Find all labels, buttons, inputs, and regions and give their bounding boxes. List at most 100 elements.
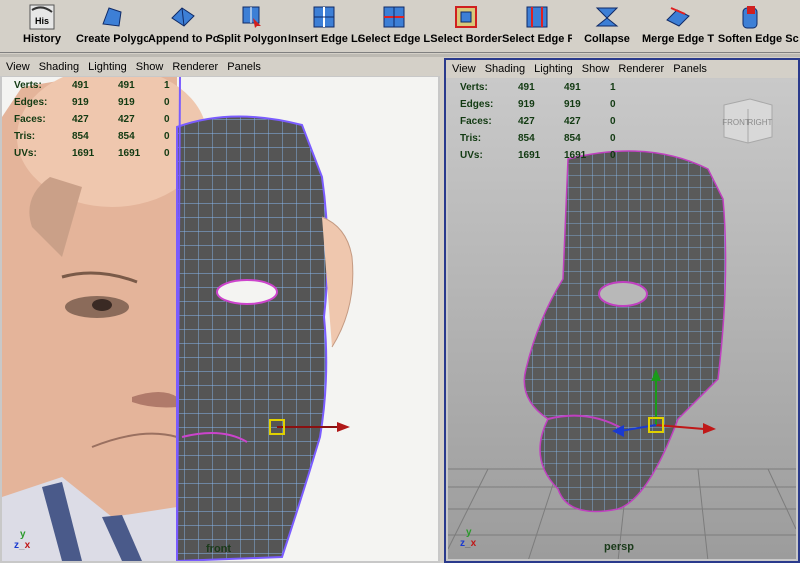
hud-val: 427 (118, 114, 135, 125)
menu-show[interactable]: Show (136, 58, 164, 76)
append-polygon-icon (171, 7, 195, 27)
menu-renderer[interactable]: Renderer (618, 60, 664, 78)
hud-val: 919 (564, 99, 581, 110)
select-edge-ring-button[interactable]: Select Edge R (502, 4, 572, 50)
split-polygon-label: Split Polygon (216, 33, 288, 45)
hud-key: Faces: (460, 116, 492, 127)
select-border-label: Select Border (430, 33, 502, 45)
soften-edge-icon (742, 6, 758, 29)
select-border-icon (455, 6, 477, 28)
insert-edge-loop-button[interactable]: Insert Edge Lc (288, 4, 360, 50)
hud-val: 491 (118, 80, 135, 91)
select-border-button[interactable]: Select Border (430, 4, 502, 50)
hud-key: Verts: (14, 80, 42, 91)
axis-indicator: y z_x (460, 527, 477, 549)
merge-edge-icon (666, 7, 690, 27)
soften-edge-label: Soften Edge (717, 33, 783, 45)
menu-renderer[interactable]: Renderer (172, 58, 218, 76)
persp-viewport[interactable]: FRONT RIGHT Verts: 491 491 1 Edges: 919 919 0 … (448, 79, 796, 559)
merge-edge-label: Merge Edge T (641, 33, 715, 45)
persp-camera-label: persp (604, 541, 634, 553)
create-polygon-icon (102, 7, 122, 27)
history-icon: His (29, 4, 55, 30)
menu-view[interactable]: View (6, 58, 30, 76)
select-edge-ring-icon (526, 6, 548, 28)
front-panel-menubar: View Shading Lighting Show Renderer Pane… (0, 58, 440, 76)
select-edge-loop-label: Select Edge L (358, 33, 430, 45)
hud-val: 0 (610, 99, 616, 110)
collapse-icon (595, 7, 619, 27)
hud-key: Edges: (460, 99, 494, 110)
split-polygon-icon (242, 6, 261, 28)
hud-val: 1691 (564, 150, 587, 161)
select-edge-ring-label: Select Edge R (502, 33, 572, 45)
menu-shading[interactable]: Shading (39, 58, 79, 76)
poly-count-hud: Verts: 491 491 1 Edges: 919 919 0 Faces: 427 427… (460, 79, 616, 164)
hud-tris: Tris: 854 854 0 (14, 128, 170, 145)
scale-button[interactable]: Sc (784, 4, 800, 50)
insert-edge-loop-label: Insert Edge Lc (288, 33, 360, 45)
axis-indicator: y z_x (14, 529, 31, 551)
hud-key: UVs: (14, 148, 37, 159)
history-icon-text: His (35, 16, 49, 26)
collapse-label: Collapse (584, 33, 630, 45)
view-cube-right-text: RIGHT (748, 118, 773, 127)
hud-val: 0 (610, 150, 616, 161)
front-viewport[interactable]: Verts: 491 491 1 Edges: 919 919 0 Faces: 427 427… (2, 77, 438, 561)
menu-show[interactable]: Show (582, 60, 610, 78)
soften-edge-button[interactable]: Soften Edge (716, 4, 784, 50)
front-mesh (176, 77, 354, 561)
menu-view[interactable]: View (452, 60, 476, 78)
hud-val: 854 (72, 131, 89, 142)
hud-key: Faces: (14, 114, 46, 125)
axis-y-label: y (20, 529, 26, 540)
hud-uvs: UVs: 1691 1691 0 (14, 145, 170, 162)
menu-panels[interactable]: Panels (673, 60, 707, 78)
append-polygon-button[interactable]: Append to Pol (148, 4, 218, 50)
hud-val: 1691 (118, 148, 141, 159)
shelf-divider (0, 54, 800, 57)
front-view-panel[interactable]: View Shading Lighting Show Renderer Pane… (0, 58, 440, 563)
hud-faces: Faces: 427 427 0 (460, 113, 616, 130)
hud-val: 491 (72, 80, 89, 91)
hud-val: 491 (564, 82, 581, 93)
menu-lighting[interactable]: Lighting (88, 58, 127, 76)
poly-count-hud: Verts: 491 491 1 Edges: 919 919 0 Faces: 427 427… (14, 77, 170, 162)
create-polygon-button[interactable]: Create Polygo (76, 4, 148, 50)
persp-view-panel[interactable]: View Shading Lighting Show Renderer Pane… (444, 58, 800, 563)
hud-val: 427 (72, 114, 89, 125)
hud-val: 0 (610, 116, 616, 127)
create-polygon-label: Create Polygo (76, 33, 148, 45)
scale-label: Sc (785, 33, 799, 45)
collapse-button[interactable]: Collapse (576, 4, 638, 50)
hud-val: 854 (518, 133, 535, 144)
select-edge-loop-icon (383, 6, 405, 28)
hud-val: 1691 (518, 150, 541, 161)
menu-panels[interactable]: Panels (227, 58, 261, 76)
hud-key: Verts: (460, 82, 488, 93)
merge-edge-button[interactable]: Merge Edge T (640, 4, 716, 50)
hud-val: 854 (118, 131, 135, 142)
hud-val: 919 (72, 97, 89, 108)
history-button[interactable]: His History (4, 4, 80, 50)
menu-shading[interactable]: Shading (485, 60, 525, 78)
hud-val: 0 (164, 114, 170, 125)
history-label: History (23, 33, 61, 45)
hud-key: UVs: (460, 150, 483, 161)
append-polygon-label: Append to Pol (148, 33, 218, 45)
hud-uvs: UVs: 1691 1691 0 (460, 147, 616, 164)
axis-y-label: y (466, 527, 472, 538)
hud-val: 1 (610, 82, 616, 93)
hud-val: 0 (610, 133, 616, 144)
menu-lighting[interactable]: Lighting (534, 60, 573, 78)
hud-val: 0 (164, 97, 170, 108)
split-polygon-button[interactable]: Split Polygon (216, 4, 288, 50)
select-edge-loop-button[interactable]: Select Edge L (358, 4, 430, 50)
hud-val: 427 (518, 116, 535, 127)
hud-val: 0 (164, 131, 170, 142)
hud-val: 1691 (72, 148, 95, 159)
view-cube: FRONT RIGHT (722, 98, 773, 144)
hud-val: 854 (564, 133, 581, 144)
hud-edges: Edges: 919 919 0 (14, 94, 170, 111)
hud-tris: Tris: 854 854 0 (460, 130, 616, 147)
